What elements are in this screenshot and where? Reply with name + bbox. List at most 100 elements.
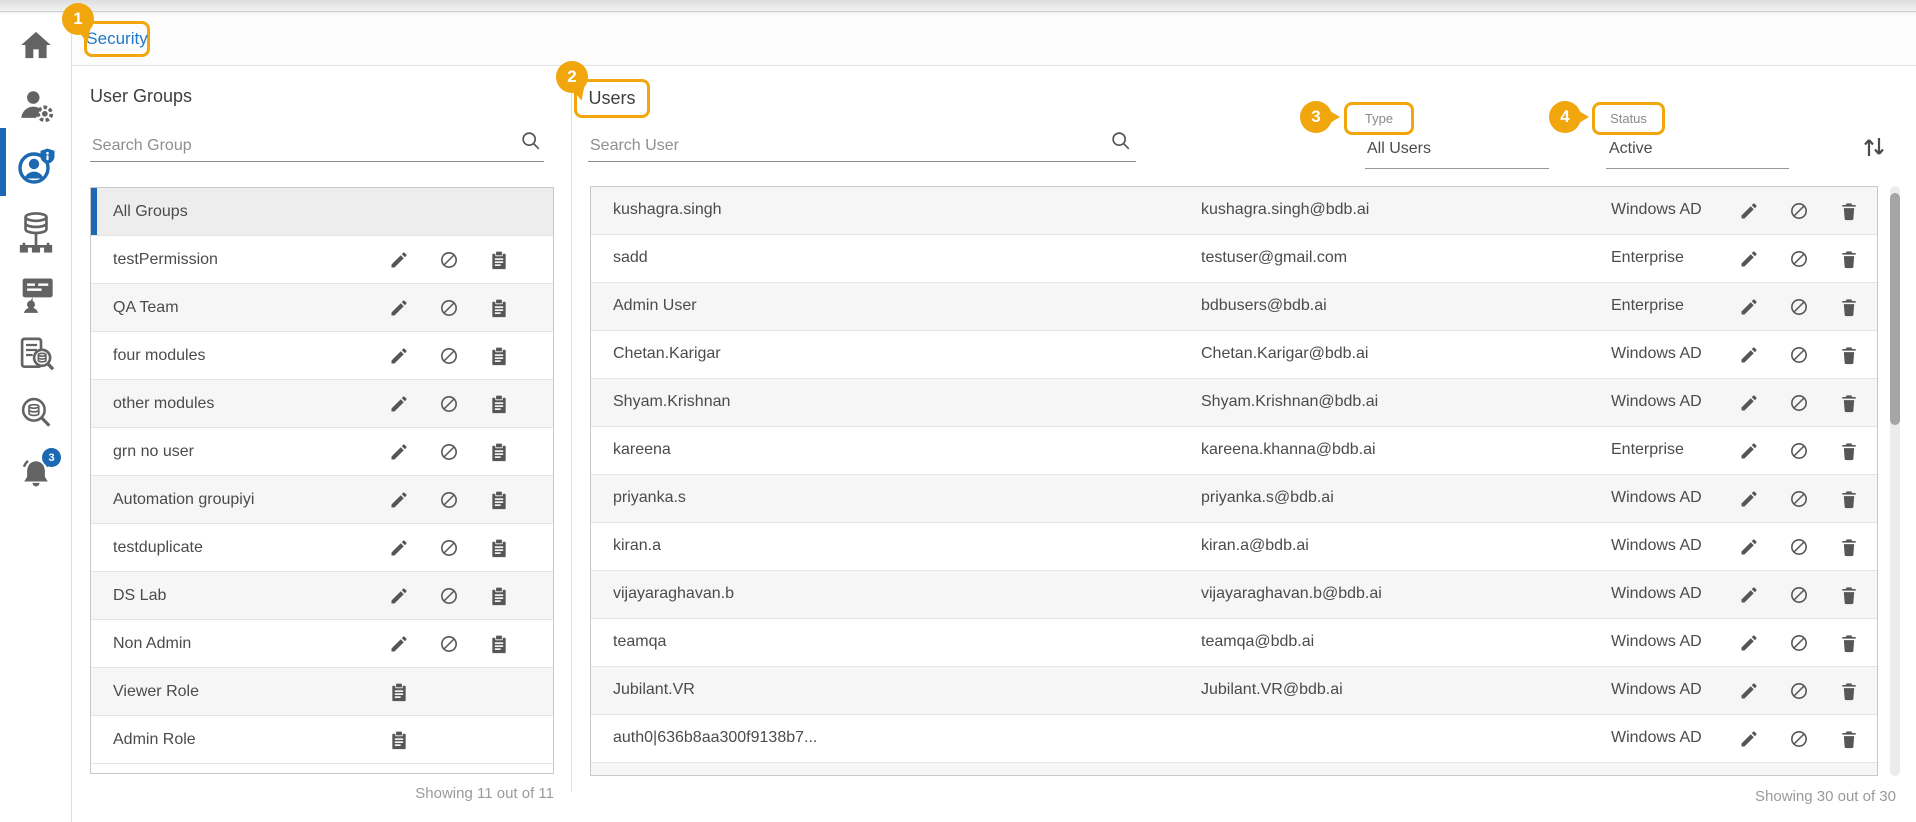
delete-user-icon[interactable] — [1839, 633, 1859, 653]
group-row[interactable]: Non Admin — [91, 620, 553, 668]
edit-user-icon[interactable] — [1739, 249, 1759, 269]
block-user-icon[interactable] — [1789, 201, 1809, 221]
sidebar-item-designer[interactable] — [0, 274, 72, 319]
group-row[interactable]: testPermission — [91, 236, 553, 284]
user-row[interactable]: kiran.a kiran.a@bdb.ai Windows AD — [591, 523, 1877, 571]
edit-user-icon[interactable] — [1739, 489, 1759, 509]
group-permissions-icon[interactable] — [489, 538, 509, 558]
delete-user-icon[interactable] — [1839, 297, 1859, 317]
search-group-input[interactable] — [90, 130, 544, 162]
edit-user-icon[interactable] — [1739, 297, 1759, 317]
delete-user-icon[interactable] — [1839, 345, 1859, 365]
sidebar-item-user-management[interactable] — [0, 86, 72, 129]
edit-group-icon[interactable] — [389, 250, 409, 270]
group-permissions-icon[interactable] — [489, 442, 509, 462]
group-permissions-icon[interactable] — [389, 730, 409, 750]
edit-user-icon[interactable] — [1739, 681, 1759, 701]
block-group-icon[interactable] — [439, 250, 459, 270]
edit-user-icon[interactable] — [1739, 585, 1759, 605]
group-row[interactable]: four modules — [91, 332, 553, 380]
user-row[interactable]: Admin User bdbusers@bdb.ai Enterprise — [591, 283, 1877, 331]
type-filter-select[interactable]: All Users — [1367, 140, 1431, 158]
block-user-icon[interactable] — [1789, 393, 1809, 413]
block-group-icon[interactable] — [439, 586, 459, 606]
search-user-input[interactable] — [588, 130, 1136, 162]
delete-user-icon[interactable] — [1839, 585, 1859, 605]
user-row[interactable]: priyanka.s priyanka.s@bdb.ai Windows AD — [591, 475, 1877, 523]
edit-group-icon[interactable] — [389, 586, 409, 606]
sidebar-item-data-search[interactable] — [0, 394, 72, 437]
delete-user-icon[interactable] — [1839, 441, 1859, 461]
user-row[interactable]: Shyam.Krishnan Shyam.Krishnan@bdb.ai Win… — [591, 379, 1877, 427]
block-user-icon[interactable] — [1789, 297, 1809, 317]
edit-group-icon[interactable] — [389, 634, 409, 654]
edit-user-icon[interactable] — [1739, 345, 1759, 365]
block-user-icon[interactable] — [1789, 633, 1809, 653]
group-permissions-icon[interactable] — [489, 634, 509, 654]
sidebar-item-notifications[interactable]: 3 — [0, 448, 72, 499]
status-filter-select[interactable]: Active — [1609, 140, 1653, 158]
user-row[interactable]: vijayaraghavan.b vijayaraghavan.b@bdb.ai… — [591, 571, 1877, 619]
sidebar-item-security[interactable] — [0, 145, 72, 194]
block-user-icon[interactable] — [1789, 729, 1809, 749]
block-user-icon[interactable] — [1789, 345, 1809, 365]
block-group-icon[interactable] — [439, 394, 459, 414]
search-icon[interactable] — [1110, 130, 1132, 152]
delete-user-icon[interactable] — [1839, 201, 1859, 221]
sidebar-item-document-audit[interactable] — [0, 335, 72, 380]
user-row[interactable]: teamqa teamqa@bdb.ai Windows AD — [591, 619, 1877, 667]
block-group-icon[interactable] — [439, 634, 459, 654]
block-user-icon[interactable] — [1789, 249, 1809, 269]
block-group-icon[interactable] — [439, 346, 459, 366]
edit-user-icon[interactable] — [1739, 537, 1759, 557]
group-permissions-icon[interactable] — [489, 298, 509, 318]
delete-user-icon[interactable] — [1839, 489, 1859, 509]
edit-group-icon[interactable] — [389, 490, 409, 510]
block-group-icon[interactable] — [439, 298, 459, 318]
user-row[interactable]: kushagra.singh kushagra.singh@bdb.ai Win… — [591, 187, 1877, 235]
edit-group-icon[interactable] — [389, 538, 409, 558]
delete-user-icon[interactable] — [1839, 537, 1859, 557]
group-row[interactable]: Automation groupiyi — [91, 476, 553, 524]
block-group-icon[interactable] — [439, 490, 459, 510]
block-group-icon[interactable] — [439, 442, 459, 462]
block-user-icon[interactable] — [1789, 585, 1809, 605]
user-row[interactable]: auth0|636b8aa300f9138b7... Windows AD — [591, 715, 1877, 763]
user-row[interactable]: Jubilant.VR Jubilant.VR@bdb.ai Windows A… — [591, 667, 1877, 715]
sidebar-item-data-center[interactable] — [0, 210, 72, 259]
users-scrollbar[interactable] — [1890, 186, 1900, 776]
group-row[interactable]: QA Team — [91, 284, 553, 332]
block-user-icon[interactable] — [1789, 489, 1809, 509]
edit-user-icon[interactable] — [1739, 441, 1759, 461]
group-permissions-icon[interactable] — [489, 394, 509, 414]
group-row[interactable]: All Groups — [91, 188, 553, 236]
edit-group-icon[interactable] — [389, 394, 409, 414]
delete-user-icon[interactable] — [1839, 681, 1859, 701]
user-row[interactable]: kareena kareena.khanna@bdb.ai Enterprise — [591, 427, 1877, 475]
delete-user-icon[interactable] — [1839, 249, 1859, 269]
group-permissions-icon[interactable] — [489, 586, 509, 606]
block-user-icon[interactable] — [1789, 537, 1809, 557]
group-row[interactable]: DS Lab — [91, 572, 553, 620]
group-row[interactable]: grn no user — [91, 428, 553, 476]
sort-icon[interactable] — [1860, 132, 1888, 162]
group-permissions-icon[interactable] — [489, 346, 509, 366]
edit-group-icon[interactable] — [389, 442, 409, 462]
user-row[interactable]: sadd testuser@gmail.com Enterprise — [591, 235, 1877, 283]
delete-user-icon[interactable] — [1839, 729, 1859, 749]
block-user-icon[interactable] — [1789, 441, 1809, 461]
search-icon[interactable] — [520, 130, 542, 152]
user-row[interactable]: Chetan.Karigar Chetan.Karigar@bdb.ai Win… — [591, 331, 1877, 379]
edit-user-icon[interactable] — [1739, 633, 1759, 653]
group-row[interactable]: Viewer Role — [91, 668, 553, 716]
group-permissions-icon[interactable] — [489, 250, 509, 270]
group-row[interactable]: other modules — [91, 380, 553, 428]
delete-user-icon[interactable] — [1839, 393, 1859, 413]
edit-group-icon[interactable] — [389, 298, 409, 318]
edit-user-icon[interactable] — [1739, 201, 1759, 221]
group-permissions-icon[interactable] — [389, 682, 409, 702]
scrollbar-thumb[interactable] — [1890, 193, 1900, 425]
block-user-icon[interactable] — [1789, 681, 1809, 701]
group-row[interactable]: testduplicate — [91, 524, 553, 572]
group-row[interactable]: Admin Role — [91, 716, 553, 764]
